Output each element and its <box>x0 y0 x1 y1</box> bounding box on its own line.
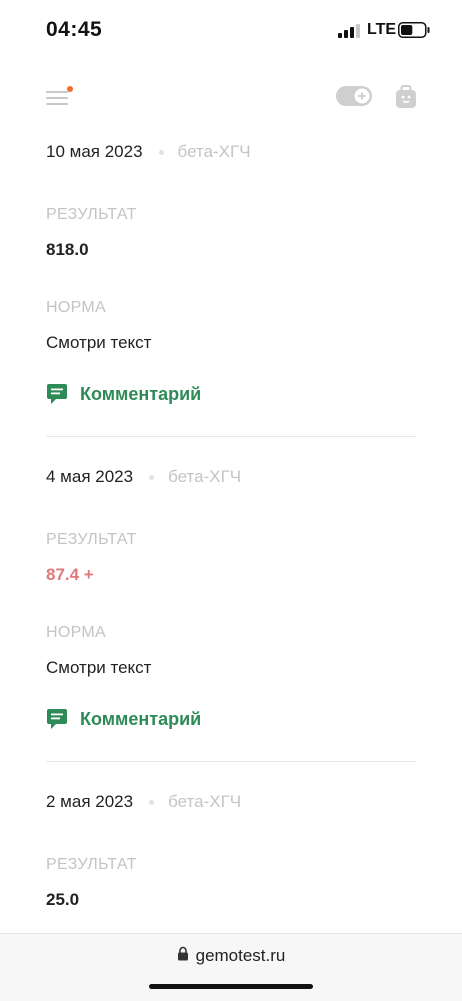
separator-dot <box>158 150 164 156</box>
result-value: 818.0 <box>46 240 89 259</box>
entry-analyte: бета-ХГЧ <box>168 792 242 811</box>
mode-toggle[interactable] <box>336 86 372 111</box>
url-text: gemotest.ru <box>195 946 286 965</box>
entry-header: 2 мая 2023 бета-ХГЧ <box>46 792 241 814</box>
notification-dot <box>67 86 73 92</box>
result-value-abnormal: 87.4 + <box>46 565 94 584</box>
norm-label: НОРМА <box>46 299 106 316</box>
entry-header: 10 мая 2023 бета-ХГЧ <box>46 142 251 164</box>
battery-icon <box>398 22 430 43</box>
entry-header: 4 мая 2023 бета-ХГЧ <box>46 467 241 489</box>
result-entry: 10 мая 2023 бета-ХГЧ РЕЗУЛЬТАТ 818.0 НОРМ… <box>46 142 416 442</box>
medkit-icon <box>396 85 416 108</box>
result-label: РЕЗУЛЬТАТ <box>46 856 137 873</box>
comment-icon <box>47 384 67 404</box>
status-bar: 04:45 LTE <box>0 0 462 64</box>
comment-button[interactable]: Комментарий <box>46 381 201 407</box>
result-value: 25.0 <box>46 890 80 909</box>
norm-label: НОРМА <box>46 624 106 641</box>
comment-icon <box>47 709 67 729</box>
result-entry: 4 мая 2023 бета-ХГЧ РЕЗУЛЬТАТ 87.4 + НОРМ… <box>46 467 416 767</box>
comment-label: Комментарий <box>80 383 202 404</box>
menu-button[interactable] <box>46 86 73 108</box>
norm-value: Смотри текст <box>46 658 152 677</box>
app-toolbar <box>0 80 462 116</box>
medkit-button[interactable] <box>395 85 417 114</box>
separator-dot <box>149 800 155 806</box>
status-time: 04:45 <box>46 18 103 41</box>
network-type: LTE <box>367 21 397 38</box>
entry-date: 2 мая 2023 <box>46 792 134 811</box>
cellular-signal-icon <box>338 24 362 43</box>
entry-analyte: бета-ХГЧ <box>177 142 251 161</box>
home-indicator[interactable] <box>149 984 313 989</box>
toggle-plus-icon <box>336 86 372 106</box>
browser-url-bar: gemotest.ru <box>0 933 462 1001</box>
comment-label: Комментарий <box>80 708 202 729</box>
entry-date: 4 мая 2023 <box>46 467 134 486</box>
separator-dot <box>149 475 155 481</box>
url-display[interactable]: gemotest.ru <box>0 946 462 966</box>
comment-button[interactable]: Комментарий <box>46 706 201 732</box>
entry-divider <box>46 761 416 762</box>
entry-divider <box>46 436 416 437</box>
norm-value: Смотри текст <box>46 333 152 352</box>
result-label: РЕЗУЛЬТАТ <box>46 206 137 223</box>
lock-icon <box>177 946 189 966</box>
entry-date: 10 мая 2023 <box>46 142 143 161</box>
result-label: РЕЗУЛЬТАТ <box>46 531 137 548</box>
result-entry: 2 мая 2023 бета-ХГЧ РЕЗУЛЬТАТ 25.0 <box>46 792 416 922</box>
entry-analyte: бета-ХГЧ <box>168 467 242 486</box>
